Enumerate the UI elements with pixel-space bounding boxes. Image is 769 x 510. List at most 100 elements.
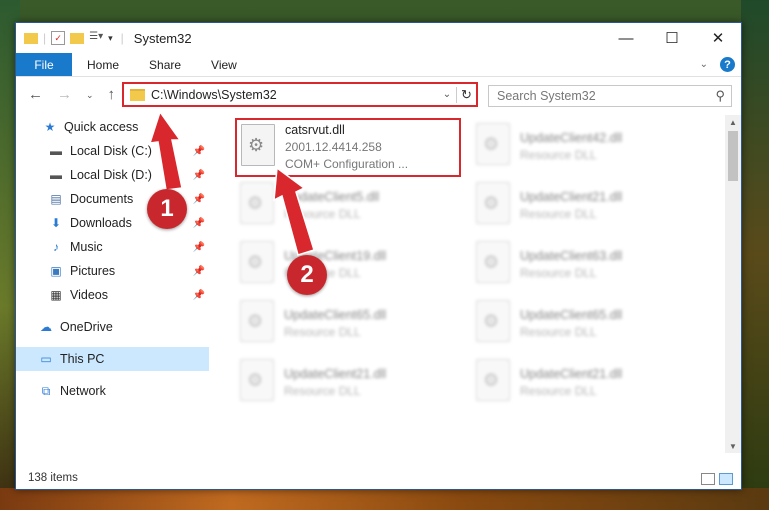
disk-icon: ▬ <box>50 168 62 182</box>
dll-file-icon <box>241 124 275 166</box>
file-item[interactable]: UpdateClient63.dll Resource DLL <box>472 237 697 293</box>
forward-button[interactable]: → <box>57 86 72 104</box>
refresh-button[interactable]: ↻ <box>456 86 476 103</box>
pin-icon[interactable]: 📌 <box>193 146 205 157</box>
computer-icon: ▭ <box>40 352 52 366</box>
maximize-button[interactable]: ☐ <box>649 23 695 53</box>
sidebar-item-local-disk-c[interactable]: ▬ Local Disk (C:) 📌 <box>16 139 209 163</box>
pin-icon[interactable]: 📌 <box>193 266 205 277</box>
desktop-background-right <box>741 0 769 510</box>
file-details: UpdateClient21.dll Resource DLL <box>520 178 622 234</box>
quick-access-toolbar: | ✓ ☰▾ ▾ <box>24 31 113 45</box>
tab-home[interactable]: Home <box>72 53 134 76</box>
file-item[interactable]: UpdateClient21.dll Resource DLL <box>472 355 697 411</box>
help-icon[interactable]: ? <box>720 57 735 72</box>
search-placeholder[interactable]: Search System32 <box>497 89 596 103</box>
navigation-pane: ★ Quick access ▬ Local Disk (C:) 📌 ▬ Local Dis… <box>16 115 209 450</box>
pin-icon[interactable]: 📌 <box>193 170 205 181</box>
dll-file-icon <box>476 182 510 224</box>
folder-icon <box>24 32 38 44</box>
vertical-scrollbar[interactable]: ▲ ▼ <box>725 115 741 453</box>
scrollbar-thumb[interactable] <box>728 131 738 181</box>
tab-view[interactable]: View <box>196 53 252 76</box>
sidebar-item-onedrive[interactable]: ☁ OneDrive <box>16 315 209 339</box>
sidebar-item-local-disk-d[interactable]: ▬ Local Disk (D:) 📌 <box>16 163 209 187</box>
window-title: System32 <box>133 30 192 46</box>
sidebar-item-pictures[interactable]: ▣ Pictures 📌 <box>16 259 209 283</box>
view-toggles <box>701 473 733 485</box>
file-version: Resource DLL <box>520 384 597 398</box>
large-icons-view-icon[interactable] <box>719 473 733 485</box>
sidebar-item-label: Local Disk (D:) <box>70 168 152 182</box>
dll-file-icon <box>476 300 510 342</box>
document-icon: ▤ <box>50 192 62 206</box>
ribbon-right: ⌄ ? <box>700 57 735 72</box>
explorer-window: | ✓ ☰▾ ▾ | System32 — ☐ ✕ File Home Shar… <box>15 22 742 490</box>
search-box[interactable]: Search System32 ⚲ <box>488 85 732 107</box>
sidebar-item-network[interactable]: ⧉ Network <box>16 379 209 403</box>
sidebar-item-this-pc[interactable]: ▭ This PC <box>16 347 209 371</box>
step-1-badge: 1 <box>147 189 187 229</box>
picture-icon: ▣ <box>50 264 62 278</box>
step-2-badge: 2 <box>287 255 327 295</box>
address-row: ← → ⌄ ↑ C:\Windows\System32 ⌄ ↻ Search S… <box>16 77 741 113</box>
dll-file-icon <box>240 359 274 401</box>
properties-icon[interactable]: ✓ <box>51 31 66 45</box>
file-details: UpdateClient65.dll Resource DLL <box>520 296 622 352</box>
file-details: catsrvut.dll 2001.12.4414.258 COM+ Configu… <box>285 120 408 175</box>
file-version: Resource DLL <box>284 325 361 339</box>
tab-share[interactable]: Share <box>134 53 196 76</box>
back-button[interactable]: ← <box>28 86 43 104</box>
pin-icon[interactable]: 📌 <box>193 194 205 205</box>
sidebar-item-music[interactable]: ♪ Music 📌 <box>16 235 209 259</box>
file-details: UpdateClient5.dll Resource DLL <box>284 178 379 234</box>
file-details: UpdateClient42.dll Resource DLL <box>520 119 622 175</box>
dll-file-icon <box>476 241 510 283</box>
scroll-down-icon[interactable]: ▼ <box>725 442 741 451</box>
expand-ribbon-icon[interactable]: ⌄ <box>700 59 708 70</box>
up-button[interactable]: ↑ <box>108 86 116 104</box>
customize-toolbar-icon[interactable]: ☰▾ <box>89 31 103 45</box>
pin-icon[interactable]: 📌 <box>193 242 205 253</box>
close-button[interactable]: ✕ <box>695 23 741 53</box>
minimize-button[interactable]: — <box>603 23 649 53</box>
file-item[interactable]: UpdateClient19.dllResource DLL <box>236 237 461 293</box>
recent-locations-icon[interactable]: ⌄ <box>86 86 94 104</box>
title-bar: | ✓ ☰▾ ▾ | System32 — ☐ ✕ <box>16 23 741 53</box>
status-bar: 138 items <box>16 467 741 489</box>
address-dropdown-icon[interactable]: ⌄ <box>438 89 456 100</box>
address-bar[interactable]: C:\Windows\System32 ⌄ ↻ <box>122 82 478 107</box>
separator: | <box>120 31 124 45</box>
disk-icon: ▬ <box>50 144 62 158</box>
sidebar-item-videos[interactable]: ▦ Videos 📌 <box>16 283 209 307</box>
sidebar-item-label: Music <box>70 240 103 254</box>
file-version: Resource DLL <box>520 266 597 280</box>
file-name: UpdateClient5.dll <box>284 190 380 204</box>
address-path[interactable]: C:\Windows\System32 <box>151 88 438 102</box>
cloud-icon: ☁ <box>40 320 52 334</box>
item-count: 138 items <box>28 472 78 484</box>
pin-icon[interactable]: 📌 <box>193 290 205 301</box>
star-icon: ★ <box>44 120 56 134</box>
file-version: Resource DLL <box>520 148 597 162</box>
search-icon[interactable]: ⚲ <box>715 88 725 104</box>
file-name: UpdateClient65.dll <box>520 308 623 322</box>
details-view-icon[interactable] <box>701 473 715 485</box>
file-item[interactable]: UpdateClient42.dll Resource DLL <box>472 119 697 175</box>
file-item[interactable]: UpdateClient21.dll Resource DLL <box>236 355 461 411</box>
window-controls: — ☐ ✕ <box>603 23 741 53</box>
file-item[interactable]: UpdateClient5.dll Resource DLL <box>236 178 461 234</box>
file-item[interactable]: UpdateClient65.dll Resource DLL <box>472 296 697 352</box>
scroll-up-icon[interactable]: ▲ <box>725 118 741 127</box>
file-item[interactable]: UpdateClient65.dll Resource DLL <box>236 296 461 352</box>
tab-file[interactable]: File <box>16 53 72 76</box>
file-version: Resource DLL <box>520 207 597 221</box>
file-item[interactable]: UpdateClient21.dll Resource DLL <box>472 178 697 234</box>
pin-icon[interactable]: 📌 <box>193 218 205 229</box>
separator: | <box>43 31 47 45</box>
sidebar-item-label: Local Disk (C:) <box>70 144 152 158</box>
file-item[interactable]: catsrvut.dll 2001.12.4414.258 COM+ Configu… <box>235 118 461 177</box>
dropdown-icon[interactable]: ▾ <box>108 33 113 44</box>
sidebar-item-quick-access[interactable]: ★ Quick access <box>16 115 209 139</box>
new-folder-icon[interactable] <box>70 32 85 44</box>
